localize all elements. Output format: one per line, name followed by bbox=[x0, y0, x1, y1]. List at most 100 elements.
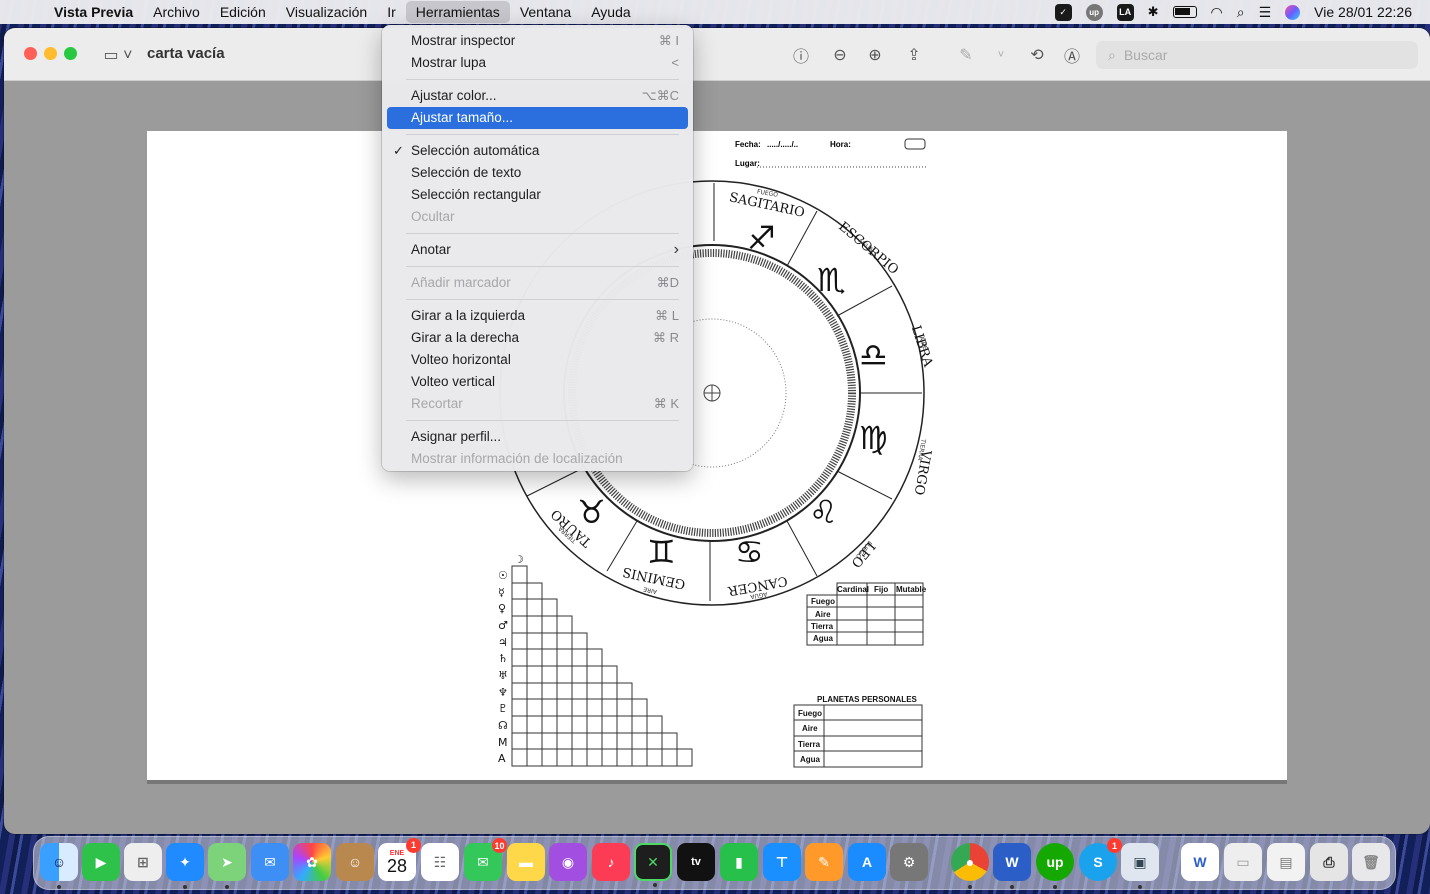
numbers-chart-app-icon[interactable]: ✕ bbox=[634, 843, 672, 887]
clock-datetime[interactable]: Vie 28/01 22:26 bbox=[1314, 4, 1412, 20]
spotlight-icon[interactable]: ⌕ bbox=[1237, 4, 1245, 21]
minimize-button[interactable] bbox=[44, 47, 57, 60]
menu-item-mostrar-lupa[interactable]: Mostrar lupa < bbox=[387, 52, 688, 74]
menu-ventana[interactable]: Ventana bbox=[510, 0, 581, 24]
notes-icon[interactable]: ▬ bbox=[507, 843, 545, 881]
menu-archivo[interactable]: Archivo bbox=[143, 0, 210, 24]
menu-item-seleccion-texto[interactable]: Selección de texto bbox=[387, 162, 688, 184]
facetime-icon[interactable]: ▶ bbox=[82, 843, 120, 881]
printer-icon[interactable]: ⎙ bbox=[1310, 843, 1348, 881]
safari-icon[interactable]: ✦ bbox=[166, 843, 204, 889]
page-edge bbox=[147, 780, 1287, 784]
checkmark-app-icon[interactable]: ✓ bbox=[1054, 3, 1072, 21]
menu-item-ajustar-tamano[interactable]: Ajustar tamaño... bbox=[387, 107, 688, 129]
window-toolbar: ▭ ˅ carta vacía ⓘ ⊖ ⊕ ⇪ ✎ ˅ ⟲ Ⓐ ⌕ Buscar bbox=[4, 28, 1430, 81]
downloads-stack-icon[interactable]: ▤ bbox=[1267, 843, 1305, 881]
markup-icon[interactable]: Ⓐ bbox=[1059, 42, 1085, 68]
menu-separator bbox=[406, 299, 679, 300]
menu-item-label: Recortar bbox=[411, 396, 463, 411]
sidebar-toggle-icon[interactable]: ▭ ˅ bbox=[100, 42, 136, 68]
calendar-icon[interactable]: ENE 28 1 bbox=[378, 838, 421, 881]
skype-icon[interactable]: S1 bbox=[1079, 838, 1122, 881]
finder-icon[interactable]: ☺ bbox=[40, 843, 78, 889]
document-thumbnail-icon[interactable]: ▭ bbox=[1224, 843, 1262, 881]
menu-app-name[interactable]: Vista Previa bbox=[54, 0, 143, 24]
fecha-label: Fecha: bbox=[735, 140, 761, 149]
music-icon[interactable]: ♪ bbox=[592, 843, 630, 881]
menu-item-volteo-horizontal[interactable]: Volteo horizontal bbox=[387, 349, 688, 371]
menu-item-girar-derecha[interactable]: Girar a la derecha ⌘ R bbox=[387, 327, 688, 349]
upwork-icon[interactable]: up bbox=[1036, 843, 1074, 889]
numbers-icon[interactable]: ▮ bbox=[720, 843, 758, 881]
leo-glyph-icon: ♌ bbox=[809, 493, 838, 531]
share-icon[interactable]: ⇪ bbox=[901, 42, 927, 68]
messages-badge: 10 bbox=[492, 838, 507, 853]
menu-item-mostrar-inspector[interactable]: Mostrar inspector ⌘ I bbox=[387, 30, 688, 52]
menu-visualizacion[interactable]: Visualización bbox=[276, 0, 377, 24]
menu-item-seleccion-automatica[interactable]: ✓ Selección automática bbox=[387, 140, 688, 162]
search-field[interactable]: ⌕ Buscar bbox=[1096, 41, 1418, 69]
menu-item-volteo-vertical[interactable]: Volteo vertical bbox=[387, 371, 688, 393]
menu-separator bbox=[406, 266, 679, 267]
shortcut-label: ⌘ I bbox=[658, 33, 679, 48]
apple-tv-icon[interactable]: tv bbox=[677, 843, 715, 881]
battery-icon[interactable] bbox=[1172, 6, 1197, 18]
menu-ir[interactable]: Ir bbox=[377, 0, 406, 24]
menu-item-ocultar: Ocultar bbox=[387, 206, 688, 228]
zoom-out-icon[interactable]: ⊖ bbox=[827, 42, 853, 68]
menu-herramientas[interactable]: Herramientas bbox=[405, 1, 510, 23]
trash-icon[interactable]: 🗑 bbox=[1352, 843, 1390, 881]
system-preferences-icon[interactable]: ⚙ bbox=[890, 843, 928, 881]
menu-ayuda[interactable]: Ayuda bbox=[581, 0, 640, 24]
zoom-button[interactable] bbox=[64, 47, 77, 60]
control-center-icon[interactable]: ☰ bbox=[1259, 4, 1272, 21]
personal-row-aire: Aire bbox=[802, 724, 818, 733]
siri-icon[interactable] bbox=[1285, 4, 1301, 20]
modality-header-mutable: Mutable bbox=[896, 585, 927, 594]
app-store-icon[interactable]: A bbox=[848, 843, 886, 881]
messages-icon[interactable]: ✉ 10 bbox=[464, 838, 507, 881]
upwork-status-icon[interactable]: up bbox=[1085, 3, 1103, 21]
chrome-icon[interactable]: ● bbox=[951, 843, 989, 889]
mail-icon[interactable]: ✉ bbox=[251, 843, 289, 881]
planet-node-icon: ☊ bbox=[498, 719, 508, 732]
input-source-icon[interactable]: LA bbox=[1116, 3, 1134, 21]
keynote-icon[interactable]: ⊤ bbox=[763, 843, 801, 881]
podcasts-icon[interactable]: ◉ bbox=[549, 843, 587, 881]
preview-icon[interactable]: ▣ bbox=[1121, 843, 1159, 889]
reminders-icon[interactable]: ☷ bbox=[421, 843, 459, 881]
word-icon[interactable]: W bbox=[993, 843, 1031, 889]
scorpio-glyph-icon: ♏ bbox=[817, 261, 846, 299]
info-icon[interactable]: ⓘ bbox=[788, 42, 814, 68]
contacts-icon[interactable]: ☺ bbox=[336, 843, 374, 881]
menu-item-label: Volteo horizontal bbox=[411, 352, 511, 367]
menu-item-label: Mostrar lupa bbox=[411, 55, 487, 70]
rotate-icon[interactable]: ⟲ bbox=[1024, 42, 1050, 68]
markup-pen-icon[interactable]: ✎ bbox=[953, 42, 979, 68]
menu-item-ajustar-color[interactable]: Ajustar color... ⌥⌘C bbox=[387, 85, 688, 107]
maps-icon[interactable]: ➤ bbox=[208, 843, 246, 889]
menu-bar: Vista Previa Archivo Edición Visualizaci… bbox=[0, 0, 1430, 24]
menu-item-label: Selección rectangular bbox=[411, 187, 541, 202]
chevron-down-icon[interactable]: ˅ bbox=[988, 42, 1014, 68]
document-page[interactable]: Fecha: ...../...../.. Hora: Lugar: SAGIT… bbox=[147, 131, 1287, 780]
word-document-icon[interactable]: W bbox=[1181, 843, 1219, 881]
menu-item-seleccion-rectangular[interactable]: Selección rectangular bbox=[387, 184, 688, 206]
photos-icon[interactable]: ✿ bbox=[293, 843, 331, 881]
close-button[interactable] bbox=[24, 47, 37, 60]
planet-sun-icon: ☉ bbox=[498, 569, 508, 582]
menu-item-label: Selección automática bbox=[411, 143, 540, 158]
menu-item-girar-izquierda[interactable]: Girar a la izquierda ⌘ L bbox=[387, 305, 688, 327]
menu-item-asignar-perfil[interactable]: Asignar perfil... bbox=[387, 426, 688, 448]
taurus-glyph-icon: ♉ bbox=[577, 493, 606, 531]
menu-item-anotar[interactable]: Anotar › bbox=[387, 239, 688, 261]
menu-edicion[interactable]: Edición bbox=[210, 0, 276, 24]
pages-icon[interactable]: ✎ bbox=[805, 843, 843, 881]
bluetooth-icon[interactable]: ✱ bbox=[1148, 4, 1159, 20]
personal-row-fuego: Fuego bbox=[798, 709, 822, 718]
planet-asc-icon: A bbox=[498, 752, 506, 765]
launchpad-icon[interactable]: ⊞ bbox=[124, 843, 162, 881]
wifi-icon[interactable]: ◠ bbox=[1211, 4, 1223, 21]
zoom-in-icon[interactable]: ⊕ bbox=[862, 42, 888, 68]
modality-table: Cardinal Fijo Mutable Fuego Aire Tierra … bbox=[806, 582, 927, 646]
